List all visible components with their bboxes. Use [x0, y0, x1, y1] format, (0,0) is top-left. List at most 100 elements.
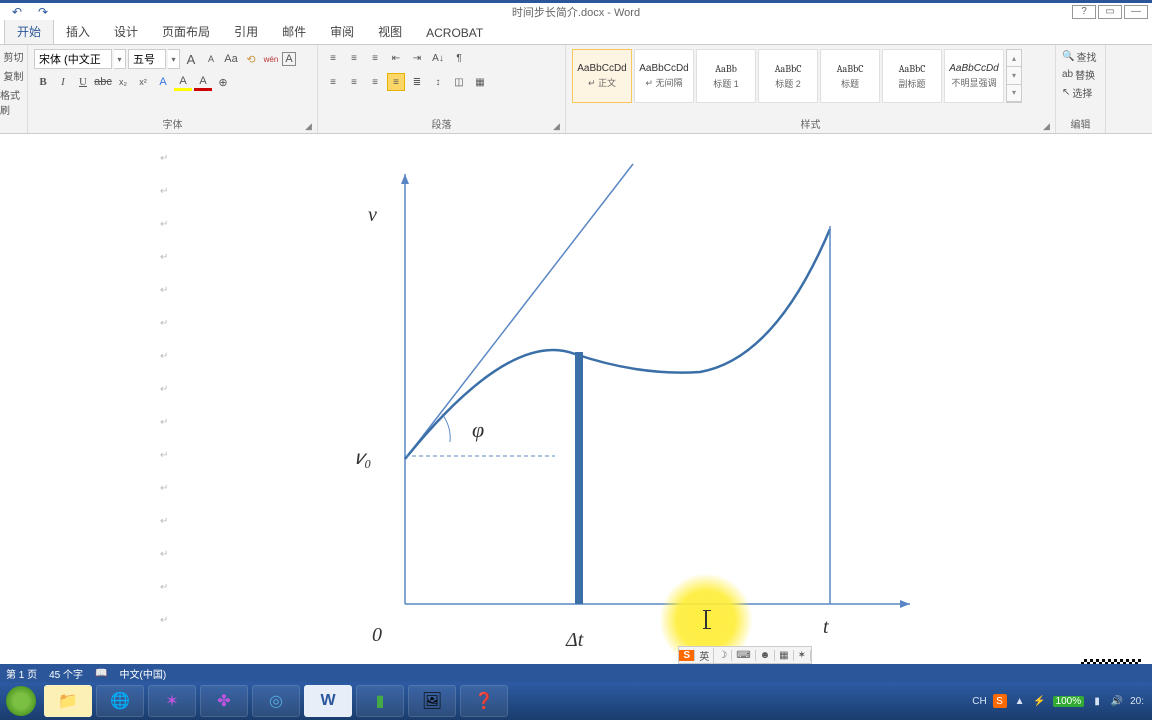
tray-battery[interactable]: 100% — [1053, 696, 1085, 707]
bullets-button[interactable]: ≡ — [324, 49, 342, 67]
style-item-3[interactable]: AaBbC标题 2 — [758, 49, 818, 103]
paragraph-group-label: 段落 — [324, 116, 559, 133]
tray-clock[interactable]: 20: — [1130, 696, 1144, 707]
word-count[interactable]: 45 个字 — [49, 666, 83, 681]
line-spacing-button[interactable]: ↕ — [429, 73, 447, 91]
taskbar-word[interactable]: W — [304, 685, 352, 717]
numbering-button[interactable]: ≡ — [345, 49, 363, 67]
page-indicator[interactable]: 第 1 页 — [6, 666, 37, 681]
font-dialog-launcher-icon[interactable]: ◢ — [305, 121, 315, 131]
sort-button[interactable]: A↓ — [429, 49, 447, 67]
proofing-icon[interactable]: 📖 — [95, 668, 107, 679]
tab-layout[interactable]: 页面布局 — [150, 19, 222, 44]
select-button[interactable]: ↖选择 — [1062, 85, 1099, 100]
tray-power-icon[interactable]: ⚡ — [1033, 694, 1047, 708]
restore-button[interactable]: ▭ — [1098, 5, 1122, 19]
taskbar-app-blue[interactable]: ◎ — [252, 685, 300, 717]
taskbar-app-pic[interactable]: 🖼 — [408, 685, 456, 717]
decrease-indent-button[interactable]: ⇤ — [387, 49, 405, 67]
underline-button[interactable]: U — [74, 73, 92, 91]
styles-scroll[interactable]: ▴▾▾ — [1006, 49, 1022, 103]
highlight-button[interactable]: A — [174, 73, 192, 91]
increase-indent-button[interactable]: ⇥ — [408, 49, 426, 67]
tray-sogou-icon[interactable]: S — [993, 694, 1007, 708]
tab-review[interactable]: 审阅 — [318, 19, 366, 44]
enclose-char-button[interactable]: ⊕ — [214, 73, 232, 91]
align-center-button[interactable]: ≡ — [345, 73, 363, 91]
tab-references[interactable]: 引用 — [222, 19, 270, 44]
ime-toolbar[interactable]: S 英 ☽ ⌨ ☻ ▦ ✶ — [678, 646, 812, 664]
tray-lang-icon[interactable]: CH — [973, 694, 987, 708]
find-button[interactable]: 🔍查找 — [1062, 49, 1099, 64]
style-item-0[interactable]: AaBbCcDd↵ 正文 — [572, 49, 632, 103]
style-item-2[interactable]: AaBb标题 1 — [696, 49, 756, 103]
taskbar-ie[interactable]: 🌐 — [96, 685, 144, 717]
font-color-button[interactable]: A — [194, 73, 212, 91]
redo-button[interactable]: ↷ — [32, 4, 54, 20]
styles-group-label: 样式 — [572, 116, 1049, 133]
ime-grid-icon[interactable]: ▦ — [775, 650, 793, 661]
phonetic-button[interactable]: wén — [262, 50, 280, 68]
superscript-button[interactable]: x² — [134, 73, 152, 91]
help-button[interactable]: ? — [1072, 5, 1096, 19]
taskbar-app-purple2[interactable]: ✤ — [200, 685, 248, 717]
start-button[interactable] — [6, 686, 36, 716]
copy-button[interactable]: 复制 — [4, 68, 24, 83]
tab-home[interactable]: 开始 — [4, 18, 54, 44]
taskbar-explorer[interactable]: 📁 — [44, 685, 92, 717]
ime-keyboard-icon[interactable]: ⌨ — [732, 650, 755, 661]
clear-format-button[interactable]: ⟲ — [242, 50, 260, 68]
taskbar-app-green[interactable]: ▮ — [356, 685, 404, 717]
ime-moon-icon[interactable]: ☽ — [714, 650, 732, 661]
align-left-button[interactable]: ≡ — [324, 73, 342, 91]
strike-button[interactable]: abc — [94, 73, 112, 91]
distribute-button[interactable]: ≣ — [408, 73, 426, 91]
editing-group-label: 编辑 — [1062, 116, 1099, 133]
language-indicator[interactable]: 中文(中国) — [119, 666, 166, 681]
taskbar-app-purple[interactable]: ✶ — [148, 685, 196, 717]
tab-mailings[interactable]: 邮件 — [270, 19, 318, 44]
ime-lang-button[interactable]: 英 — [695, 648, 714, 663]
align-right-button[interactable]: ≡ — [366, 73, 384, 91]
ime-settings-icon[interactable]: ✶ — [794, 650, 811, 661]
minimize-button[interactable]: — — [1124, 5, 1148, 19]
tab-view[interactable]: 视图 — [366, 19, 414, 44]
shading-button[interactable]: ◫ — [450, 73, 468, 91]
italic-button[interactable]: I — [54, 73, 72, 91]
taskbar-app-help[interactable]: ❓ — [460, 685, 508, 717]
undo-button[interactable]: ↶ — [6, 4, 28, 20]
tab-insert[interactable]: 插入 — [54, 19, 102, 44]
font-size-dropdown-icon[interactable]: ▾ — [168, 49, 180, 69]
justify-button[interactable]: ≡ — [387, 73, 405, 91]
ime-emoji-icon[interactable]: ☻ — [756, 650, 776, 661]
tray-up-icon[interactable]: ▲ — [1013, 694, 1027, 708]
cut-button[interactable]: 剪切 — [4, 49, 24, 64]
subscript-button[interactable]: x₂ — [114, 73, 132, 91]
para-dialog-launcher-icon[interactable]: ◢ — [553, 121, 563, 131]
document-area[interactable]: ↵↵↵↵↵↵↵ ↵↵↵↵↵↵↵↵ v 𝑣₀ φ 0 Δt t — [0, 134, 1152, 682]
paragraph-group: ≡ ≡ ≡ ⇤ ⇥ A↓ ¶ ≡ ≡ ≡ ≡ ≣ ↕ ◫ ▦ 段落 ◢ — [318, 45, 566, 133]
styles-dialog-launcher-icon[interactable]: ◢ — [1043, 121, 1053, 131]
replace-button[interactable]: ab替换 — [1062, 67, 1099, 82]
tab-acrobat[interactable]: ACROBAT — [414, 22, 495, 44]
multilevel-button[interactable]: ≡ — [366, 49, 384, 67]
char-border-button[interactable]: A — [282, 52, 296, 66]
style-item-5[interactable]: AaBbC副标题 — [882, 49, 942, 103]
tab-design[interactable]: 设计 — [102, 19, 150, 44]
style-item-4[interactable]: AaBbC标题 — [820, 49, 880, 103]
font-size-combo[interactable]: 五号 — [128, 49, 166, 69]
font-family-dropdown-icon[interactable]: ▾ — [114, 49, 126, 69]
change-case-button[interactable]: Aa — [222, 50, 240, 68]
text-effects-button[interactable]: A — [154, 73, 172, 91]
bold-button[interactable]: B — [34, 73, 52, 91]
grow-font-button[interactable]: A — [182, 50, 200, 68]
style-item-6[interactable]: AaBbCcDd不明显强调 — [944, 49, 1004, 103]
show-marks-button[interactable]: ¶ — [450, 49, 468, 67]
tray-volume-icon[interactable]: 🔊 — [1110, 694, 1124, 708]
style-item-1[interactable]: AaBbCcDd↵ 无间隔 — [634, 49, 694, 103]
tray-network-icon[interactable]: ▮ — [1090, 694, 1104, 708]
borders-button[interactable]: ▦ — [471, 73, 489, 91]
font-family-combo[interactable]: 宋体 (中文正 — [34, 49, 112, 69]
format-painter-button[interactable]: 格式刷 — [0, 87, 27, 117]
shrink-font-button[interactable]: A — [202, 50, 220, 68]
